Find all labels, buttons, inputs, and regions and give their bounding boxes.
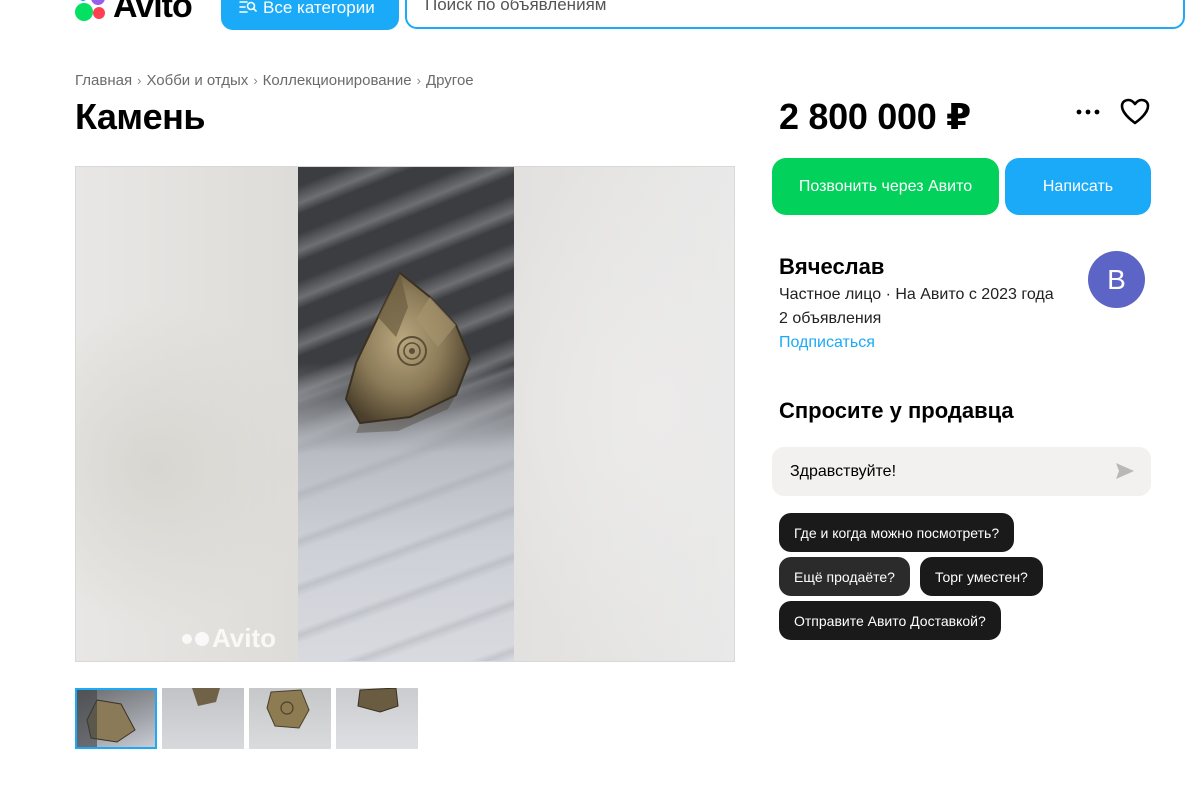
search-list-icon xyxy=(239,0,257,18)
seller-ads-count[interactable]: 2 объявления xyxy=(779,310,881,328)
stone-photo xyxy=(298,167,514,661)
ask-seller-title: Спросите у продавца xyxy=(779,398,1014,423)
breadcrumb-item-hobby[interactable]: Хобби и отдых xyxy=(146,72,248,89)
seller-info: Частное лицо · На Авито с 2023 года xyxy=(779,286,1054,303)
send-icon[interactable] xyxy=(1115,462,1137,482)
avito-watermark: Avito xyxy=(182,623,276,654)
quick-question-where-when[interactable]: Где и когда можно посмотреть? xyxy=(779,513,1015,552)
thumbnail-3[interactable] xyxy=(249,688,331,749)
thumbnail-strip xyxy=(75,688,418,749)
avatar[interactable]: В xyxy=(1088,251,1145,308)
heart-icon[interactable] xyxy=(1120,98,1152,128)
avito-logo[interactable]: Avito xyxy=(75,0,193,26)
quick-question-delivery[interactable]: Отправите Авито Доставкой? xyxy=(779,601,1001,640)
chevron-right-icon: › xyxy=(416,73,421,88)
call-via-avito-button[interactable]: Позвонить через Авито xyxy=(772,158,999,215)
logo-dots-icon xyxy=(75,0,109,21)
logo-text: Avito xyxy=(113,0,193,25)
message-input[interactable] xyxy=(790,462,1115,481)
quick-question-still-selling[interactable]: Ещё продаёте? xyxy=(779,557,910,596)
more-dots-icon[interactable] xyxy=(1074,98,1102,126)
chevron-right-icon: › xyxy=(137,73,142,88)
message-box[interactable] xyxy=(772,447,1151,496)
chevron-right-icon: › xyxy=(253,73,258,88)
price: 2 800 000 ₽ xyxy=(779,96,971,137)
breadcrumb: Главная › Хобби и отдых › Коллекциониров… xyxy=(75,72,474,89)
thumbnail-1[interactable] xyxy=(75,688,157,749)
thumbnail-4[interactable] xyxy=(336,688,418,749)
all-categories-button[interactable]: Все категории xyxy=(221,0,399,30)
breadcrumb-item-home[interactable]: Главная xyxy=(75,72,132,89)
breadcrumb-item-other[interactable]: Другое xyxy=(426,72,474,89)
all-categories-label: Все категории xyxy=(263,0,375,17)
search-input[interactable] xyxy=(425,0,1183,15)
breadcrumb-item-collecting[interactable]: Коллекционирование xyxy=(263,72,412,89)
thumbnail-2[interactable] xyxy=(162,688,244,749)
page-title: Камень xyxy=(75,96,205,137)
seller-name[interactable]: Вячеслав xyxy=(779,254,884,280)
main-photo[interactable]: Avito xyxy=(75,166,735,662)
quick-question-bargain[interactable]: Торг уместен? xyxy=(920,557,1043,596)
stone-image xyxy=(344,271,472,433)
search-bar[interactable] xyxy=(405,0,1185,29)
subscribe-link[interactable]: Подписаться xyxy=(779,334,875,352)
write-message-button[interactable]: Написать xyxy=(1005,158,1151,215)
